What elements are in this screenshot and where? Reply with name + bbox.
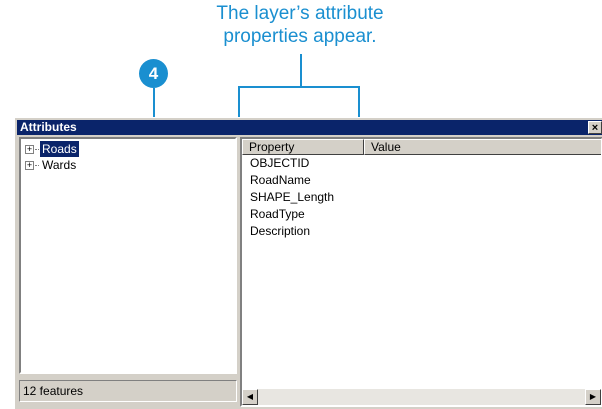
horizontal-scrollbar[interactable]: ◀ ▶	[242, 389, 601, 405]
property-row[interactable]: SHAPE_Length	[250, 189, 334, 206]
close-button[interactable]: ×	[588, 121, 602, 134]
callout-bracket-top	[238, 86, 360, 88]
column-header-property[interactable]: Property	[242, 139, 364, 155]
column-header-row: Property Value	[242, 139, 601, 155]
step-number-badge: 4	[139, 59, 168, 88]
column-header-value[interactable]: Value	[364, 139, 601, 155]
expand-icon[interactable]: +	[25, 161, 34, 170]
property-row[interactable]: OBJECTID	[250, 155, 309, 172]
layer-tree[interactable]: + Roads + Wards	[19, 137, 237, 374]
tree-item-label[interactable]: Wards	[40, 157, 78, 173]
tree-connector	[35, 149, 39, 150]
property-row[interactable]: RoadName	[250, 172, 311, 189]
callout-line-2: properties appear.	[223, 26, 377, 47]
arrow-left-icon: ◀	[246, 392, 254, 401]
property-row[interactable]: Description	[250, 223, 310, 240]
close-icon: ×	[591, 122, 599, 134]
attributes-window: Attributes × + Roads + Wards 12 features…	[14, 117, 602, 409]
properties-list[interactable]: Property Value OBJECTID RoadName SHAPE_L…	[240, 137, 602, 407]
feature-count-status: 12 features	[19, 380, 237, 402]
scroll-left-button[interactable]: ◀	[242, 389, 258, 405]
callout-text: The layer’s attribute properties appear.	[170, 2, 430, 48]
window-title: Attributes	[20, 120, 77, 134]
arrow-right-icon: ▶	[589, 392, 597, 401]
expand-icon[interactable]: +	[25, 145, 34, 154]
property-row[interactable]: RoadType	[250, 206, 305, 223]
tree-connector	[35, 165, 39, 166]
tree-item-label[interactable]: Roads	[40, 141, 79, 157]
window-titlebar[interactable]: Attributes ×	[17, 120, 602, 135]
callout-line-1: The layer’s attribute	[216, 3, 384, 24]
callout-leader-stem	[300, 54, 302, 88]
scroll-right-button[interactable]: ▶	[585, 389, 601, 405]
